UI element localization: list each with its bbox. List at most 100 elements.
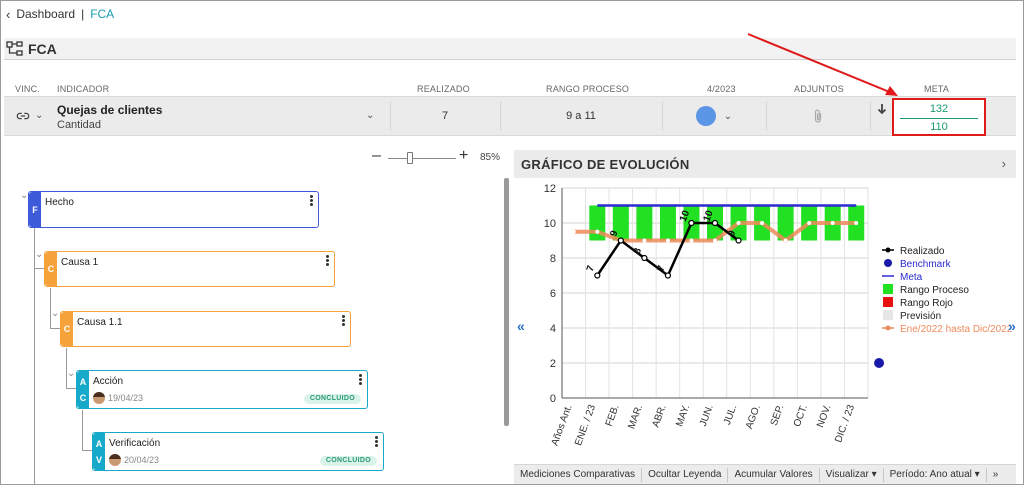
- more-options-icon[interactable]: [342, 315, 346, 327]
- hierarchy-icon: [6, 40, 23, 56]
- avatar: [93, 392, 105, 404]
- status-cell[interactable]: ⌄: [662, 97, 766, 135]
- card-title: Causa 1: [61, 257, 99, 268]
- tree-card-causa-1[interactable]: C Causa 1: [44, 251, 335, 287]
- more-options-icon[interactable]: [310, 195, 314, 207]
- breadcrumb-separator: |: [81, 7, 85, 21]
- chart-toolbar-item[interactable]: Visualizar ▾: [820, 467, 884, 482]
- divider: [870, 101, 871, 131]
- card-title: Hecho: [45, 197, 74, 208]
- evolution-chart: 0 2 4 6 8 10 12 Años Ant.ENE. / 23 FEB. MAR. ABR. M…: [544, 183, 1013, 447]
- prev-year-point: [689, 238, 694, 243]
- chart-toolbar-item[interactable]: »: [987, 468, 1005, 482]
- link-icon[interactable]: [16, 109, 30, 123]
- legend-label: Meta: [900, 272, 923, 283]
- card-tag-bottom: C: [79, 392, 87, 403]
- tree-scrollbar[interactable]: [504, 178, 509, 426]
- realizado-point: [641, 254, 648, 262]
- collapse-toggle-icon[interactable]: ⌄: [67, 368, 75, 379]
- tree-card-verificacion[interactable]: A V Verificación 20/04/23 CONCLUIDO: [92, 432, 384, 471]
- prev-year-point: [642, 238, 647, 243]
- chart-toolbar-item[interactable]: Ocultar Leyenda: [642, 467, 729, 482]
- link-dropdown-icon[interactable]: ⌄: [35, 110, 43, 121]
- realizado-point: [664, 272, 672, 279]
- prev-year-point: [571, 229, 576, 234]
- tree-connector: [34, 227, 35, 485]
- back-chevron-icon[interactable]: ‹: [6, 7, 10, 22]
- collapse-toggle-icon[interactable]: ⌄: [35, 249, 43, 260]
- realizado-point: [735, 237, 742, 244]
- indicator-row[interactable]: ⌄ Quejas de clientes Cantidad ⌄ 7 9 a 11…: [4, 96, 1016, 136]
- x-tick-label: MAR.: [626, 403, 645, 430]
- arrow-down-icon: [877, 104, 887, 115]
- status-color-dot[interactable]: [695, 106, 716, 126]
- status-dropdown-icon[interactable]: ⌄: [724, 111, 732, 122]
- more-options-icon[interactable]: [375, 436, 379, 448]
- x-tick-label: JUL.: [722, 403, 739, 426]
- status-badge: CONCLUIDO: [303, 394, 361, 404]
- tree-card-causa-1-1[interactable]: C Causa 1.1: [60, 311, 351, 347]
- col-realizado: REALIZADO: [417, 84, 470, 94]
- chevron-right-icon[interactable]: ›: [1002, 156, 1006, 171]
- prev-year-point: [713, 238, 717, 243]
- benchmark-point: [874, 358, 885, 368]
- indicator-table-header: VINC. INDICADOR REALIZADO RANGO PROCESO …: [4, 82, 1016, 96]
- attachments-cell[interactable]: [766, 97, 870, 135]
- x-tick-label: MAY.: [674, 403, 692, 428]
- breadcrumb-dashboard-link[interactable]: Dashboard: [16, 7, 75, 21]
- tree-card-accion[interactable]: A C Acción 19/04/23 CONCLUIDO: [76, 370, 368, 409]
- rango-value: 9 a 11: [566, 110, 596, 122]
- page-title-bar: FCA: [4, 38, 1016, 60]
- realizado-value: 7: [441, 110, 449, 122]
- card-tag-top: A: [79, 376, 87, 387]
- indicator-dropdown-icon[interactable]: ⌄: [366, 110, 374, 121]
- y-tick-label: 6: [550, 288, 556, 300]
- col-indicador: INDICADOR: [57, 84, 110, 94]
- x-tick-label: NOV.: [815, 403, 833, 429]
- zoom-out-button[interactable]: –: [372, 147, 381, 165]
- prev-year-point: [807, 221, 812, 225]
- paperclip-icon[interactable]: [812, 108, 824, 124]
- zoom-slider-thumb[interactable]: [406, 152, 413, 164]
- y-tick-label: 2: [550, 358, 556, 370]
- meta-upper-value: 132: [929, 103, 949, 115]
- data-label: 8: [632, 246, 644, 255]
- legend-label: Benchmark: [900, 259, 952, 270]
- card-type-tag: A C: [77, 371, 89, 408]
- chart-next-icon[interactable]: »: [1008, 318, 1016, 334]
- zoom-slider-track[interactable]: [388, 158, 456, 159]
- chart-toolbar-item[interactable]: Período: Ano atual ▾: [884, 467, 987, 482]
- legend-label: Ene/2022 hasta Dic/2022: [900, 324, 1013, 335]
- more-options-icon[interactable]: [326, 255, 330, 267]
- chart-header: GRÁFICO DE EVOLUCIÓN ›: [514, 150, 1016, 178]
- tree-connector: [82, 450, 92, 451]
- prev-year-point: [665, 238, 670, 243]
- y-tick-label: 4: [550, 323, 556, 335]
- meta-values[interactable]: 132 110: [898, 102, 980, 133]
- card-tag-bottom: V: [95, 454, 102, 465]
- more-options-icon[interactable]: [359, 374, 363, 386]
- collapse-toggle-icon[interactable]: ⌄: [51, 308, 59, 319]
- tree-card-hecho[interactable]: F Hecho: [28, 191, 319, 228]
- prev-year-point: [854, 221, 859, 225]
- card-type-tag: C: [45, 252, 57, 286]
- meta-highlight-box: 132 110: [892, 98, 986, 136]
- tree-connector: [82, 410, 83, 450]
- x-tick-label: DIC. / 23: [833, 403, 857, 444]
- x-tick-label: AGO.: [744, 403, 763, 430]
- legend-swatch: [883, 310, 893, 320]
- zoom-control: – + 85%: [372, 147, 504, 166]
- x-tick-label: Años Ant.: [550, 403, 575, 447]
- chart-prev-icon[interactable]: «: [517, 318, 525, 334]
- indicator-unit: Cantidad: [57, 119, 102, 131]
- card-type-tag: F: [29, 192, 41, 227]
- tree-connector: [50, 328, 60, 329]
- x-tick-label: ENE. / 23: [573, 403, 598, 447]
- x-tick-label: ABR.: [650, 403, 668, 429]
- card-tag-top: A: [95, 438, 103, 449]
- chart-toolbar-item[interactable]: Acumular Valores: [728, 467, 820, 482]
- chart-toolbar-item[interactable]: Mediciones Comparativas: [514, 467, 643, 482]
- col-vinc: VINC.: [15, 84, 41, 94]
- zoom-in-button[interactable]: +: [459, 147, 468, 165]
- y-tick-label: 10: [544, 218, 556, 230]
